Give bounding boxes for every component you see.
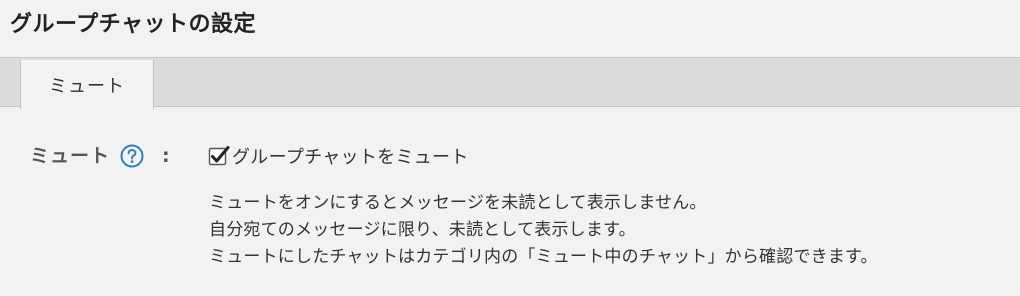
question-circle-icon[interactable] — [120, 144, 144, 168]
tab-bar-spacer — [0, 58, 20, 106]
description-line: ミュートにしたチャットはカテゴリ内の「ミュート中のチャット」から確認できます。 — [209, 247, 878, 267]
mute-checkbox[interactable] — [208, 146, 230, 166]
tab-mute-label: ミュート — [49, 75, 125, 97]
description-line: 自分宛てのメッセージに限り、未読として表示します。 — [209, 220, 636, 240]
tab-bar: ミュート — [0, 57, 1020, 109]
mute-setting-label: ミュート — [30, 145, 111, 167]
tab-mute[interactable]: ミュート — [20, 60, 154, 109]
description-line: ミュートをオンにするとメッセージを未読として表示しません。 — [209, 193, 707, 213]
mute-description: ミュートをオンにするとメッセージを未読として表示しません。 自分宛てのメッセージ… — [209, 190, 878, 271]
mute-checkbox-row[interactable]: グループチャットをミュート — [208, 142, 469, 170]
mute-checkbox-label: グループチャットをミュート — [232, 147, 469, 168]
page-title: グループチャットの設定 — [10, 12, 256, 37]
setting-separator: : — [162, 145, 170, 167]
